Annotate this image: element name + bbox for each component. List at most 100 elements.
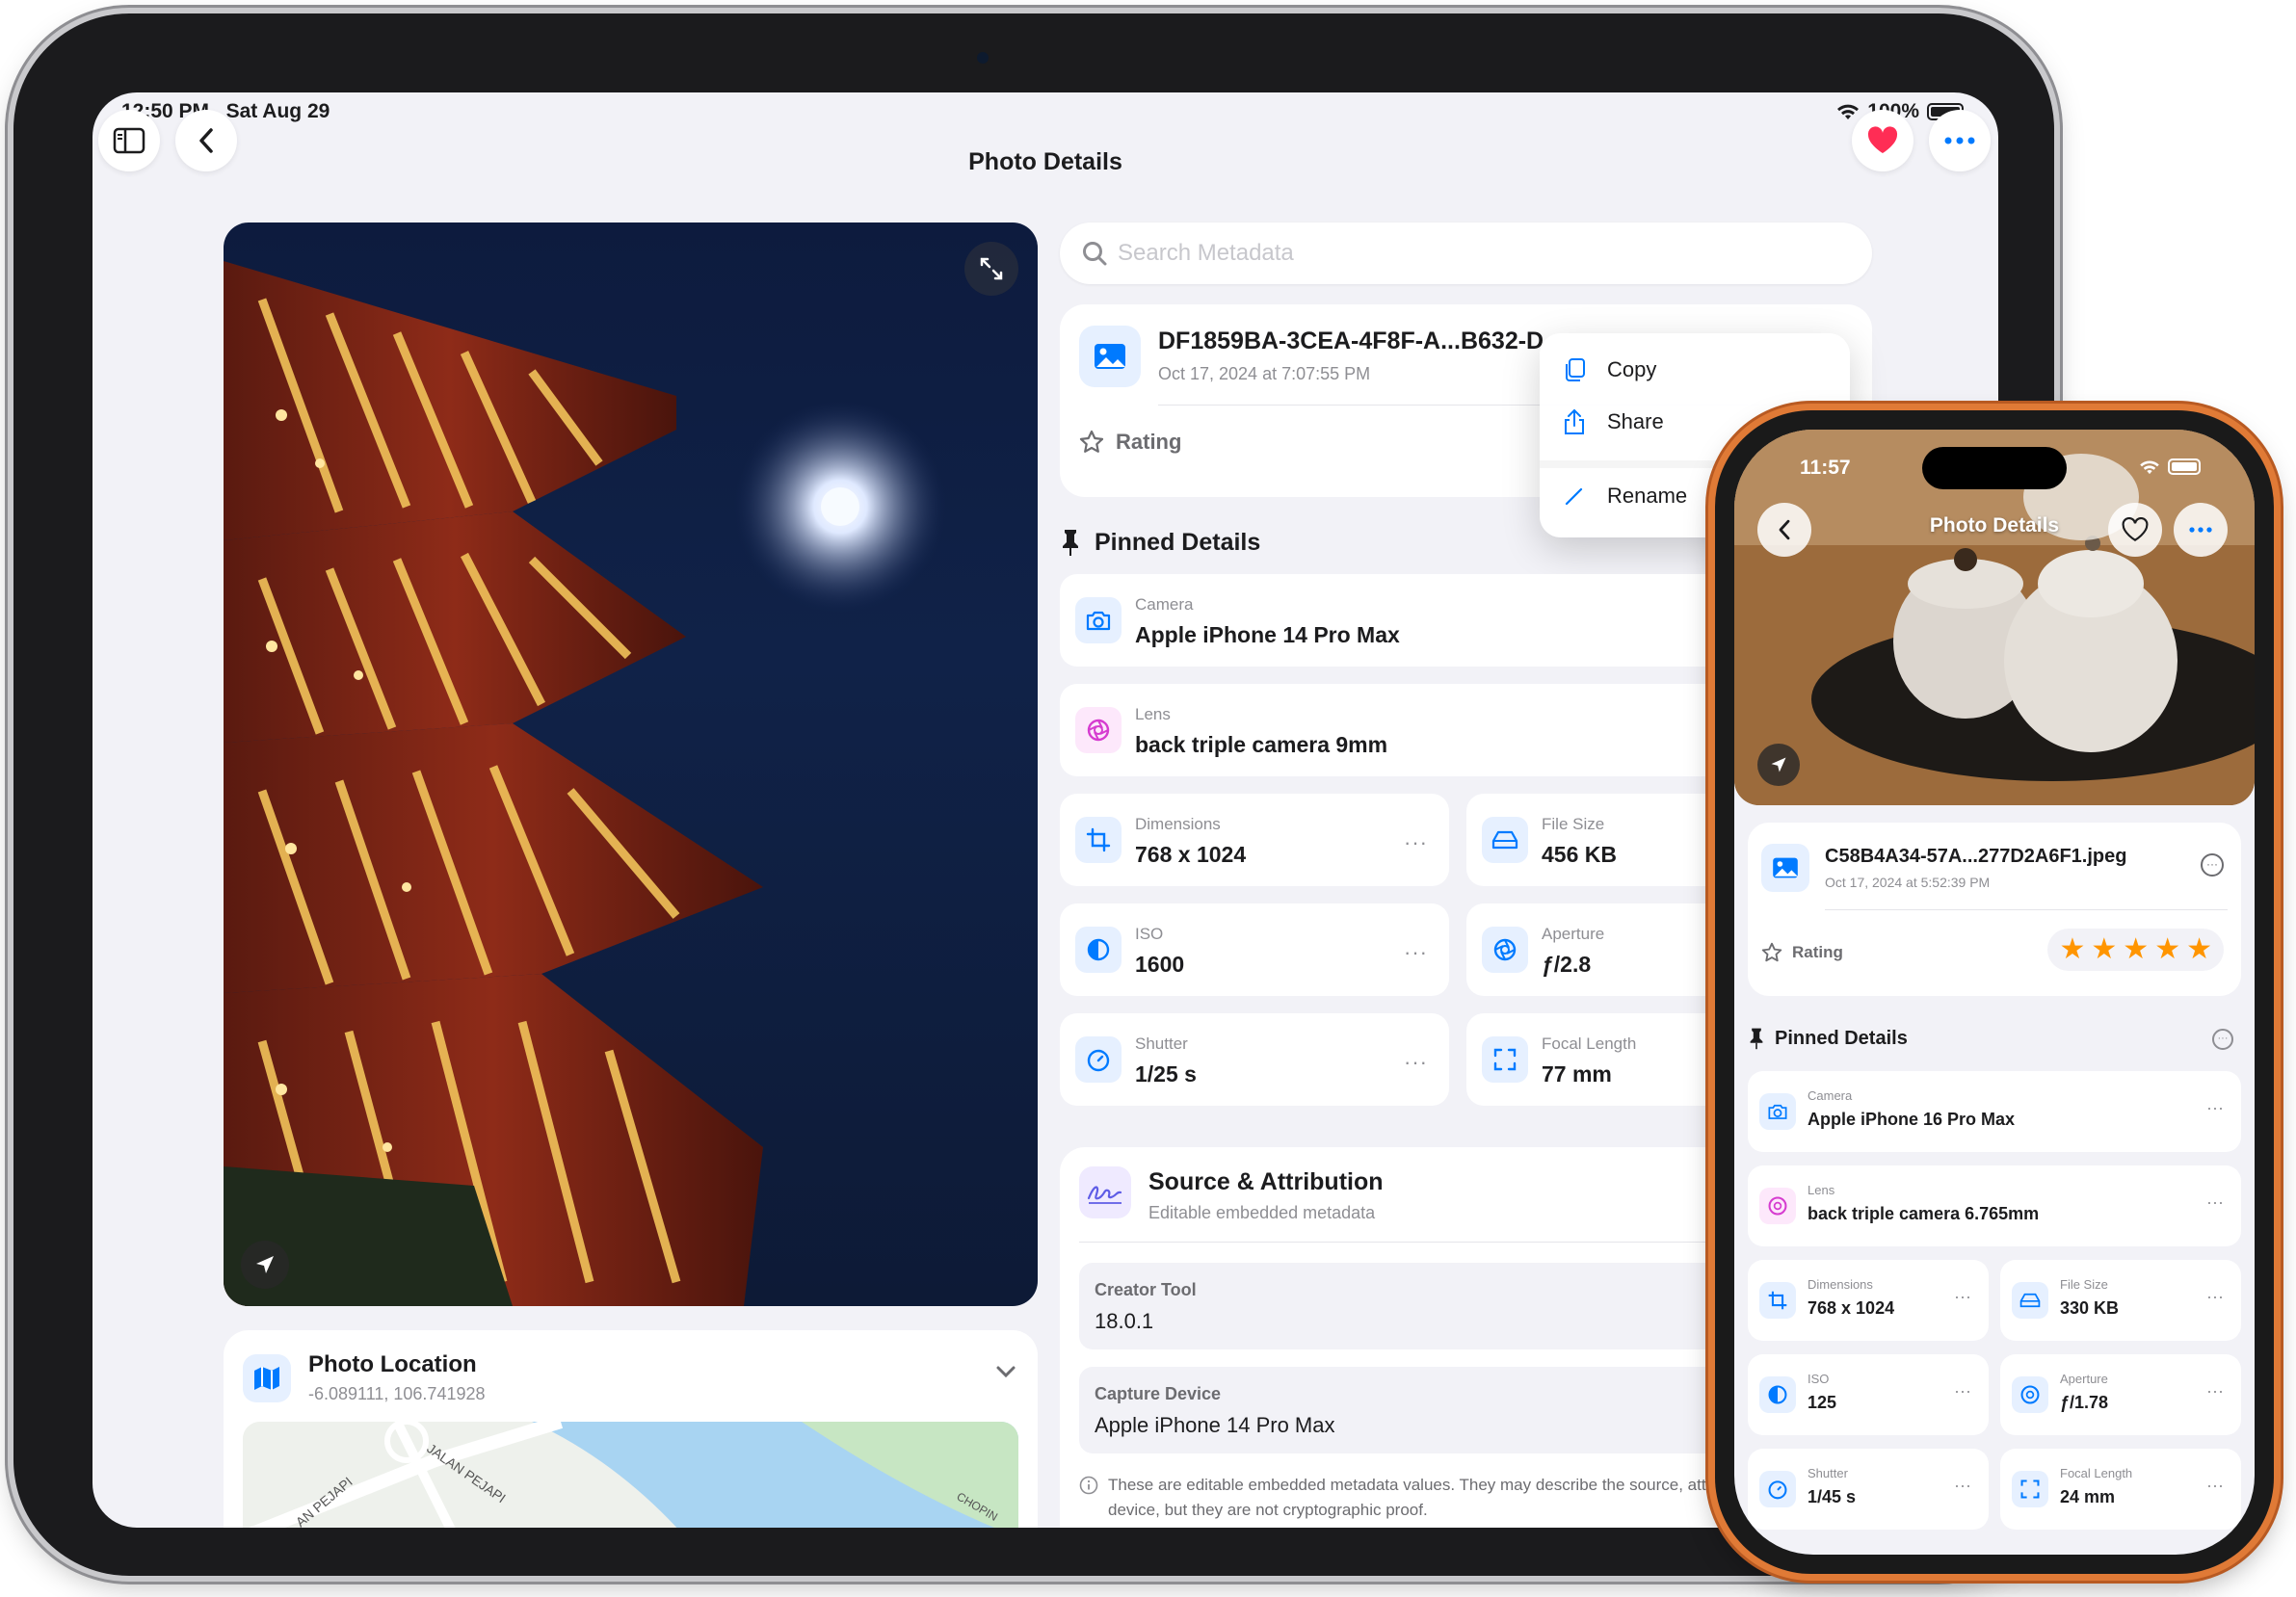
more-icon[interactable]: ··· (1404, 940, 1428, 965)
meta-card-file-size[interactable]: File Size 330 KB ··· (2000, 1260, 2241, 1341)
location-button[interactable] (241, 1241, 289, 1289)
map-icon (254, 1367, 279, 1390)
iphone-device: 11:57 Photo Details C58B4A34-57A...277D2… (1715, 410, 2274, 1574)
favorite-button[interactable] (1852, 110, 1913, 171)
location-button[interactable] (1757, 744, 1800, 786)
meta-card-dimensions[interactable]: Dimensions 768 x 1024 ··· (1748, 1260, 1989, 1341)
menu-item-rename[interactable]: Rename (1563, 484, 1687, 509)
file-date: Oct 17, 2024 at 5:52:39 PM (1825, 875, 1991, 890)
meta-card-shutter[interactable]: Shutter 1/25 s ··· (1060, 1013, 1449, 1106)
aperture-icon (1768, 1196, 1787, 1216)
front-camera (977, 52, 989, 64)
photo-location-title: Photo Location (308, 1351, 477, 1377)
pin-icon (1063, 530, 1078, 556)
crop-icon (1086, 827, 1111, 852)
meta-card-focal-length[interactable]: Focal Length 24 mm ··· (2000, 1449, 2241, 1530)
file-date: Oct 17, 2024 at 7:07:55 PM (1158, 364, 1371, 383)
star-outline-icon (1079, 430, 1104, 453)
more-icon[interactable]: ··· (1954, 1476, 1971, 1496)
star-icon[interactable]: ★ (2154, 935, 2180, 964)
more-icon[interactable]: ··· (2206, 1476, 2224, 1496)
menu-item-copy[interactable]: Copy (1563, 357, 1656, 382)
drive-icon (1491, 830, 1518, 850)
pin-icon (1750, 1028, 1763, 1050)
iphone-screen: 11:57 Photo Details C58B4A34-57A...277D2… (1734, 430, 2255, 1555)
search-bar[interactable] (1060, 223, 1872, 284)
ipad-screen: 12:50 PM Sat Aug 29 100% Photo Details (92, 92, 1998, 1528)
more-icon[interactable]: ··· (1404, 830, 1428, 855)
rating-row: Rating (1761, 942, 1843, 963)
more-circle-icon[interactable]: ··· (2201, 853, 2224, 877)
source-subtitle: Editable embedded metadata (1148, 1203, 1376, 1222)
battery-icon (2168, 458, 2201, 475)
drive-icon (2019, 1293, 2041, 1308)
status-date: Sat Aug 29 (225, 100, 330, 122)
photo-preview[interactable] (224, 223, 1038, 1306)
more-icon[interactable]: ··· (1404, 1050, 1428, 1075)
timer-icon (1087, 1049, 1110, 1072)
expand-button[interactable] (964, 242, 1018, 296)
page-title: Photo Details (968, 148, 1122, 175)
ellipsis-icon (1944, 137, 1975, 144)
chevron-down-icon[interactable] (995, 1365, 1016, 1378)
contrast-icon (1087, 938, 1110, 961)
photo-location-coords: -6.089111, 106.741928 (308, 1384, 486, 1403)
expand-icon (980, 257, 1003, 280)
meta-card-iso[interactable]: ISO 1600 ··· (1060, 903, 1449, 996)
more-circle-icon[interactable]: ··· (2212, 1029, 2233, 1050)
rating-label: Rating (1116, 430, 1182, 454)
camera-icon (1768, 1104, 1787, 1119)
photo-location-card[interactable]: Photo Location -6.089111, 106.741928 JAL… (224, 1330, 1038, 1528)
lens-value: back triple camera 9mm (1135, 732, 1388, 757)
file-info-card: C58B4A34-57A...277D2A6F1.jpeg Oct 17, 20… (1748, 823, 2241, 996)
meta-card-iso[interactable]: ISO 125 ··· (1748, 1354, 1989, 1435)
meta-card-shutter[interactable]: Shutter 1/45 s ··· (1748, 1449, 1989, 1530)
star-rating[interactable]: ★ ★ ★ ★ ★ (2047, 929, 2224, 971)
aperture-icon (1493, 938, 1517, 961)
file-name[interactable]: DF1859BA-3CEA-4F8F-A...B632-D (1158, 327, 1544, 355)
more-icon[interactable]: ··· (1954, 1287, 1971, 1307)
search-input[interactable] (1118, 223, 1792, 284)
file-name[interactable]: C58B4A34-57A...277D2A6F1.jpeg (1825, 846, 2126, 868)
meta-card-lens[interactable]: Lens back triple camera 6.765mm ··· (1748, 1165, 2241, 1246)
search-icon (1083, 242, 1107, 266)
meta-card-aperture[interactable]: Aperture ƒ/1.78 ··· (2000, 1354, 2241, 1435)
meta-card-dimensions[interactable]: Dimensions 768 x 1024 ··· (1060, 794, 1449, 886)
viewfinder-icon (2020, 1479, 2040, 1499)
heart-icon (1867, 126, 1898, 153)
crop-icon (1768, 1291, 1787, 1310)
more-button[interactable] (2174, 503, 2228, 557)
more-icon[interactable]: ··· (2206, 1098, 2224, 1118)
status-bar: 12:50 PM Sat Aug 29 100% (121, 100, 1964, 139)
timer-icon (1768, 1480, 1787, 1500)
favorite-button[interactable] (2108, 503, 2162, 557)
camera-value: Apple iPhone 14 Pro Max (1135, 622, 1400, 647)
signature-icon (1087, 1186, 1122, 1204)
location-map[interactable]: JALAN PEJAPI AN PEJAPI CHOPIN (243, 1422, 1018, 1528)
status-time: 11:57 (1800, 457, 1851, 479)
location-arrow-icon (1771, 757, 1786, 772)
star-icon[interactable]: ★ (2186, 935, 2212, 964)
share-icon (1565, 408, 1584, 434)
menu-item-share[interactable]: Share (1563, 408, 1664, 435)
dynamic-island (1922, 447, 2067, 489)
more-icon[interactable]: ··· (1954, 1381, 1971, 1401)
source-title: Source & Attribution (1148, 1168, 1384, 1195)
more-icon[interactable]: ··· (2206, 1192, 2224, 1213)
heart-outline-icon (2122, 517, 2149, 541)
star-icon[interactable]: ★ (2059, 935, 2085, 964)
info-icon (1079, 1476, 1098, 1495)
rating-label: Rating (1792, 943, 1843, 961)
meta-card-camera[interactable]: Camera Apple iPhone 16 Pro Max ··· (1748, 1071, 2241, 1152)
rating-row[interactable]: Rating (1079, 430, 1181, 455)
star-icon[interactable]: ★ (2123, 935, 2149, 964)
more-icon[interactable]: ··· (2206, 1381, 2224, 1401)
more-button[interactable] (1929, 110, 1991, 171)
location-arrow-icon (256, 1256, 274, 1273)
star-icon[interactable]: ★ (2091, 935, 2117, 964)
more-icon[interactable]: ··· (2206, 1287, 2224, 1307)
aperture-icon (1087, 719, 1110, 742)
copy-icon (1566, 358, 1585, 381)
ellipsis-icon (2189, 527, 2212, 533)
pencil-icon (1565, 487, 1583, 506)
